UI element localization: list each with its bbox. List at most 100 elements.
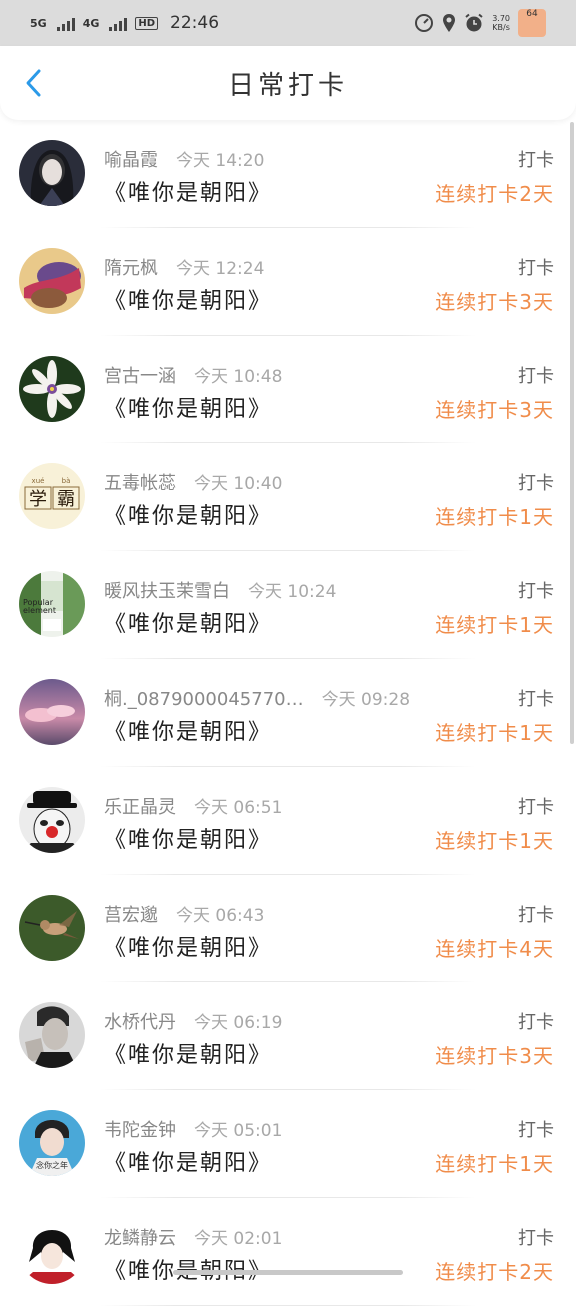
user-name: 五毒帐蕊 — [104, 473, 176, 495]
streak-count: 连续打卡3天 — [435, 1044, 554, 1069]
avatar-text: 霸 — [57, 489, 75, 510]
avatar[interactable] — [19, 894, 85, 961]
checkin-action[interactable]: 打卡 — [518, 1224, 554, 1250]
avatar[interactable] — [19, 247, 85, 314]
user-name: 乐正晶灵 — [104, 796, 176, 818]
scrollbar[interactable] — [570, 122, 574, 744]
list-item[interactable]: 宫古一涵 今天 10:48 《唯你是朝阳》 打卡 连续打卡3天 — [0, 336, 576, 444]
book-title: 《唯你是朝阳》 — [104, 612, 273, 638]
avatar[interactable] — [19, 1002, 85, 1069]
checkin-time: 今天 06:43 — [176, 905, 265, 926]
book-title: 《唯你是朝阳》 — [104, 288, 273, 314]
page-title: 日常打卡 — [227, 70, 348, 101]
status-left: 5G 4G HD 22:46 — [30, 13, 219, 33]
user-name: 莒宏邈 — [104, 904, 158, 926]
streak-count: 连续打卡1天 — [435, 828, 554, 853]
avatar-pink-clouds-image — [19, 678, 85, 745]
avatar[interactable] — [19, 786, 85, 853]
app-header: 日常打卡 — [0, 46, 576, 120]
list-item[interactable]: 龙鳞静云 今天 02:01 《唯你是朝阳》 打卡 连续打卡2天 — [0, 1198, 576, 1306]
list-item[interactable]: xué bà 学霸 五毒帐蕊 今天 10:40 《唯你是朝阳》 打卡 连续打卡1天 — [0, 443, 576, 552]
avatar[interactable]: Popular element — [19, 571, 85, 638]
checkin-action[interactable]: 打卡 — [518, 577, 554, 603]
book-title: 《唯你是朝阳》 — [104, 719, 273, 745]
back-button[interactable] — [18, 63, 48, 103]
net-speed: 3.70 KB/s — [492, 14, 510, 32]
entry-meta: 水桥代丹 今天 06:19 — [104, 1008, 282, 1034]
checkin-action[interactable]: 打卡 — [518, 469, 554, 495]
list-item[interactable]: 桐._0879000045770… 今天 09:28 《唯你是朝阳》 打卡 连续… — [0, 659, 576, 767]
book-title: 《唯你是朝阳》 — [104, 1253, 272, 1285]
list-item[interactable]: Popular element 暖风扶玉茉雪白 今天 10:24 《唯你是朝阳》 … — [0, 551, 576, 659]
checkin-action[interactable]: 打卡 — [518, 1008, 554, 1034]
avatar[interactable] — [19, 1217, 85, 1284]
streak-count: 连续打卡1天 — [435, 505, 554, 530]
user-name: 暖风扶玉茉雪白 — [104, 581, 230, 603]
entry-meta: 喻晶霞 今天 14:20 — [104, 146, 264, 172]
checkin-action[interactable]: 打卡 — [518, 793, 554, 819]
speedometer-icon — [415, 14, 434, 32]
avatar-anime-boy-image — [19, 1217, 85, 1284]
checkin-action[interactable]: 打卡 — [518, 901, 554, 927]
list-item[interactable]: 水桥代丹 今天 06:19 《唯你是朝阳》 打卡 连续打卡3天 — [0, 982, 576, 1091]
user-name: 水桥代丹 — [104, 1012, 176, 1034]
entry-meta: 龙鳞静云 今天 02:01 — [104, 1224, 282, 1250]
entry-meta: 韦陀金钟 今天 05:01 — [104, 1116, 282, 1142]
checkin-action[interactable]: 打卡 — [518, 685, 554, 711]
checkin-time: 今天 05:01 — [194, 1121, 283, 1142]
avatar[interactable] — [19, 355, 85, 422]
streak-count: 连续打卡2天 — [435, 182, 554, 206]
book-title: 《唯你是朝阳》 — [104, 181, 273, 206]
checkin-action[interactable]: 打卡 — [518, 254, 554, 280]
checkin-action[interactable]: 打卡 — [518, 362, 554, 388]
list-item[interactable]: 念你之年 韦陀金钟 今天 05:01 《唯你是朝阳》 打卡 连续打卡1天 — [0, 1090, 576, 1198]
status-bar: 5G 4G HD 22:46 3.70 KB/s 64 — [0, 0, 576, 46]
location-icon — [443, 14, 456, 32]
book-title: 《唯你是朝阳》 — [104, 827, 273, 853]
streak-count: 连续打卡1天 — [435, 1152, 554, 1177]
book-title: 《唯你是朝阳》 — [104, 396, 273, 422]
book-title: 《唯你是朝阳》 — [104, 1151, 273, 1177]
checkin-time: 今天 14:20 — [176, 151, 265, 171]
avatar-dark-girl-image — [19, 140, 85, 206]
book-title: 《唯你是朝阳》 — [104, 1043, 273, 1069]
battery-icon: 64 — [518, 9, 546, 37]
streak-count: 连续打卡1天 — [435, 613, 554, 638]
list-item[interactable]: 莒宏邈 今天 06:43 《唯你是朝阳》 打卡 连续打卡4天 — [0, 875, 576, 983]
streak-count: 连续打卡2天 — [435, 1259, 554, 1284]
net-speed-unit: KB/s — [492, 23, 510, 32]
streak-count: 连续打卡3天 — [435, 397, 554, 422]
avatar-text: 念你之年 — [36, 1160, 68, 1170]
list-item[interactable]: 隋元枫 今天 12:24 《唯你是朝阳》 打卡 连续打卡3天 — [0, 228, 576, 336]
user-name: 韦陀金钟 — [104, 1120, 176, 1142]
checkin-time: 今天 09:28 — [321, 689, 411, 710]
net-speed-value: 3.70 — [492, 14, 510, 23]
list-item[interactable]: 喻晶霞 今天 14:20 《唯你是朝阳》 打卡 连续打卡2天 — [0, 120, 576, 228]
list-item[interactable]: 乐正晶灵 今天 06:51 《唯你是朝阳》 打卡 连续打卡1天 — [0, 767, 576, 875]
checkin-action[interactable]: 打卡 — [518, 146, 554, 172]
user-name: 宫古一涵 — [104, 365, 176, 387]
checkin-time: 今天 10:40 — [194, 474, 283, 495]
avatar-man-portrait-image — [19, 1002, 85, 1069]
entry-meta: 宫古一涵 今天 10:48 — [104, 362, 282, 388]
checkin-time: 今天 10:48 — [194, 366, 283, 387]
avatar[interactable] — [19, 678, 85, 745]
book-title: 《唯你是朝阳》 — [104, 504, 273, 530]
avatar[interactable]: 念你之年 — [19, 1110, 85, 1177]
checkin-time: 今天 06:19 — [194, 1013, 283, 1034]
avatar[interactable] — [19, 140, 85, 206]
entry-meta: 暖风扶玉茉雪白 今天 10:24 — [104, 577, 336, 603]
network-5g-label: 5G — [30, 16, 47, 30]
streak-count: 连续打卡1天 — [435, 720, 554, 745]
signal-icon-2 — [109, 15, 128, 31]
avatar[interactable]: xué bà 学霸 — [19, 463, 85, 530]
home-indicator[interactable] — [173, 1270, 403, 1275]
checkin-action[interactable]: 打卡 — [518, 1116, 554, 1142]
entry-meta: 桐._0879000045770… 今天 09:28 — [104, 685, 410, 711]
user-name: 隋元枫 — [104, 257, 158, 279]
book-title: 《唯你是朝阳》 — [104, 935, 273, 961]
avatar-hummingbird-image — [19, 894, 85, 961]
entry-meta: 乐正晶灵 今天 06:51 — [104, 793, 282, 819]
battery-level: 64 — [526, 9, 538, 19]
alarm-icon — [465, 13, 483, 32]
